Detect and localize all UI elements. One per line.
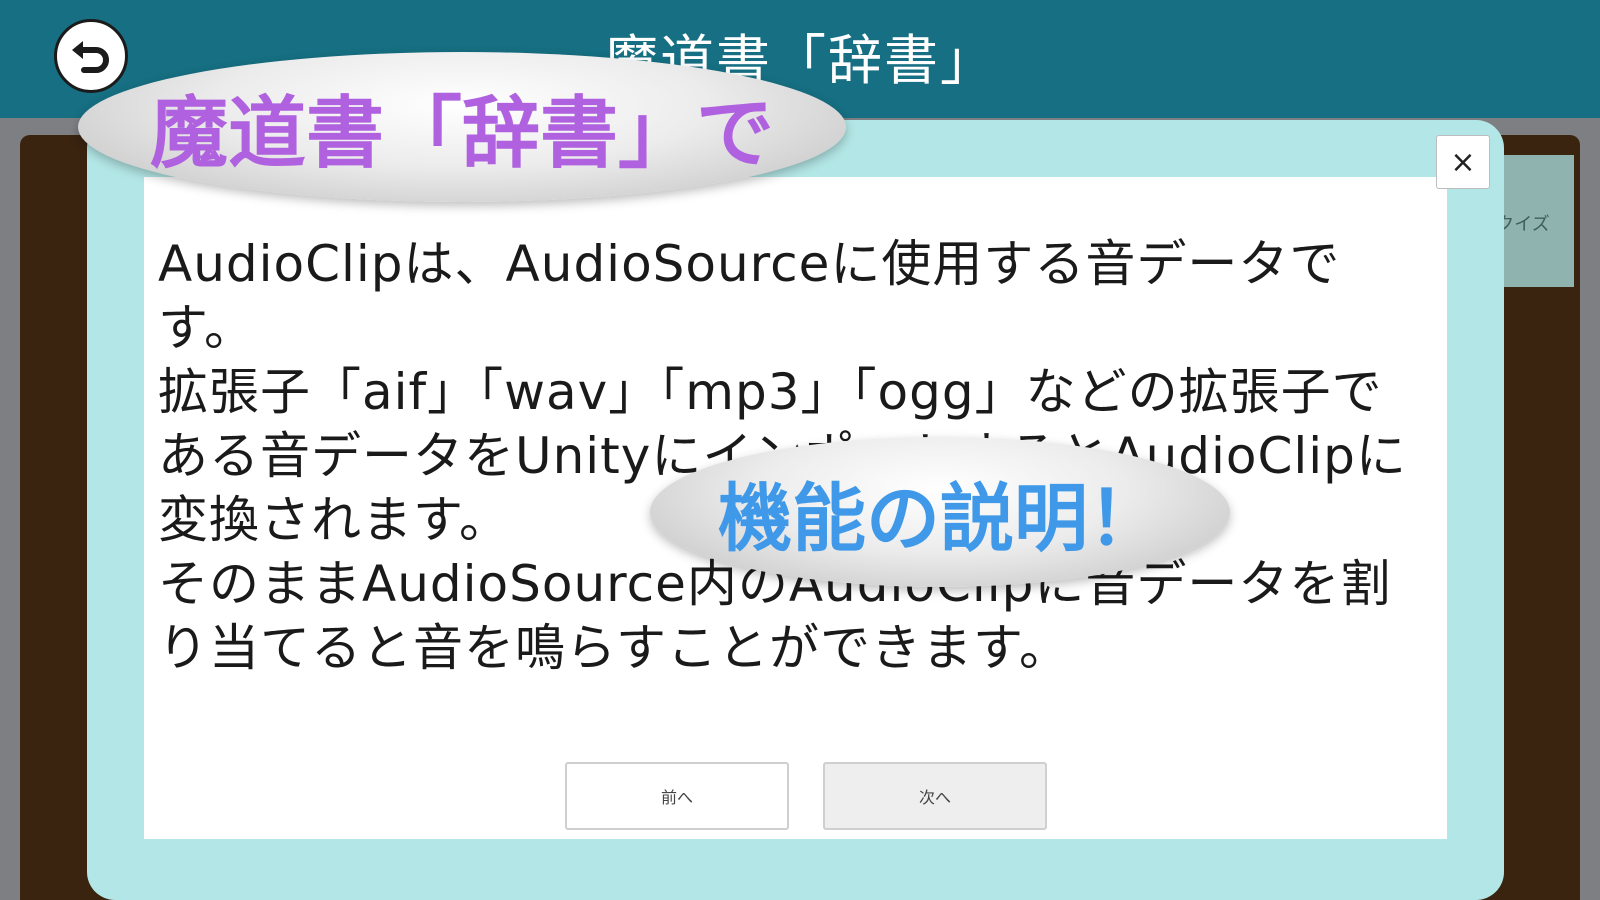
promo-caption-middle: 機能の説明！ (650, 437, 1230, 587)
next-button[interactable]: 次へ (823, 762, 1047, 830)
back-arrow-icon (72, 41, 109, 73)
close-icon: × (1450, 144, 1476, 180)
prev-button[interactable]: 前へ (565, 762, 789, 830)
app-screen: 魔道書「辞書」 クイズ AudioClipは、AudioSourceに使用する音… (0, 0, 1600, 900)
promo-caption-top: 魔道書「辞書」で (78, 52, 846, 202)
close-button[interactable]: × (1436, 135, 1490, 189)
back-button[interactable] (54, 19, 128, 93)
